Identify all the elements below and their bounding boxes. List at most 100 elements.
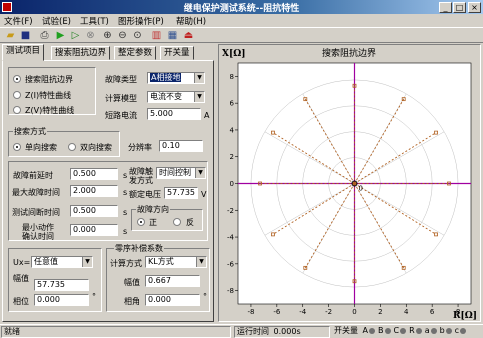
pre-fault-delay-input[interactable]: 0.500 <box>70 168 118 180</box>
menu-file[interactable]: 文件(F) <box>4 15 33 27</box>
x-tick-label-6: 6 <box>430 308 435 316</box>
min-action-unit: s <box>123 227 128 236</box>
runtime-label: 运行时间 <box>237 327 269 336</box>
tab-settings[interactable]: 整定参数 <box>114 46 157 60</box>
menu-test[interactable]: 试验(E) <box>42 15 71 27</box>
switch-label-B: B <box>378 326 384 335</box>
zero-amp-label: 幅值 <box>124 278 140 287</box>
stop-icon[interactable]: ⊗ <box>84 29 97 42</box>
radio-zi-curve[interactable] <box>13 91 21 99</box>
switch-label-A: A <box>362 326 369 335</box>
zero-seq-label: 零序补偿系数 <box>114 243 164 254</box>
switch-box: 开关量 ABCRabc <box>332 326 482 338</box>
rated-voltage-input[interactable]: 57.735 <box>164 187 198 199</box>
ux-label: Ux= <box>13 258 31 267</box>
ux-phase-unit: ° <box>92 292 96 301</box>
min-action-label-2: 确认时间 <box>22 232 54 241</box>
fault-direction-label: 故障方向 <box>136 204 170 215</box>
calc-method-select[interactable]: KL方式 ▼ <box>145 256 207 268</box>
impedance-chart[interactable]: 搜索阻抗边界X[Ω]R[Ω]-8 -6 -4 -2 0 2 4 6 8-8-6-4-202468… <box>220 46 479 320</box>
chevron-down-icon: ▼ <box>82 257 92 267</box>
toolbar: ▰ ■ ⎙ ▶ ▷ ⊗ ⊕ ⊖ ⊙ ▥ ▦ ⏏ <box>0 27 483 43</box>
switch-led-c <box>460 327 467 334</box>
menu-graph-ops[interactable]: 图形操作(P) <box>118 15 164 27</box>
fault-type-value: A相接地 <box>150 73 182 82</box>
radio-single-search[interactable] <box>13 143 21 151</box>
start-icon[interactable]: ▶ <box>54 29 67 42</box>
y-tick-label-6: 6 <box>230 100 235 108</box>
tab-test-items[interactable]: 测试项目 <box>2 44 45 61</box>
trigger-value: 时间控制 <box>159 168 191 177</box>
zero-angle-label: 相角 <box>124 297 140 306</box>
switch-led-B <box>384 327 391 334</box>
max-fault-time-label: 最大故障时间 <box>12 188 60 197</box>
ux-select[interactable]: 任意值 ▼ <box>31 256 93 268</box>
switch-label-c: c <box>454 326 460 335</box>
radio-double-search[interactable] <box>68 143 76 151</box>
trigger-select[interactable]: 时间控制 ▼ <box>156 167 206 179</box>
exit-icon[interactable]: ⏏ <box>182 29 195 42</box>
x-tick-label-0: 0 <box>352 308 356 316</box>
save-icon[interactable]: ■ <box>19 29 32 42</box>
short-current-input[interactable]: 5.000 <box>147 108 201 120</box>
y-tick-label-0: 0 <box>230 180 234 188</box>
max-fault-time-input[interactable]: 2.000 <box>70 185 118 197</box>
x-tick-label-2: 2 <box>378 308 382 316</box>
switch-label-b: b <box>439 326 445 335</box>
maximize-button[interactable]: □ <box>453 2 466 13</box>
zoom-fit-icon[interactable]: ⊙ <box>131 29 144 42</box>
open-folder-icon[interactable]: ▰ <box>4 29 17 42</box>
radio-label-zi-curve: Z(I)特性曲线 <box>25 91 72 100</box>
settings-icon[interactable]: ▦ <box>166 29 179 42</box>
switch-label-C: C <box>393 326 400 335</box>
zero-amp-input[interactable]: 0.667 <box>145 275 200 287</box>
radio-search-boundary[interactable] <box>13 75 21 83</box>
switch-label-R: R <box>409 326 415 335</box>
radio-direction-forward[interactable] <box>137 218 145 226</box>
tab-switch[interactable]: 开关量 <box>160 46 194 60</box>
zero-angle-input[interactable]: 0.000 <box>145 294 200 306</box>
min-action-input[interactable]: 0.000 <box>70 224 118 236</box>
fault-type-select[interactable]: A相接地 ▼ <box>147 72 205 84</box>
zoom-in-icon[interactable]: ⊕ <box>101 29 114 42</box>
tab-search-boundary[interactable]: 搜索阻抗边界 <box>51 46 111 60</box>
print-icon[interactable]: ⎙ <box>38 29 51 42</box>
window-title: 继电保护测试系统--阻抗特性 <box>183 4 300 14</box>
radio-label-zv-curve: Z(V)特性曲线 <box>25 106 75 115</box>
radio-label-forward: 正 <box>149 218 157 227</box>
resolution-label: 分辨率 <box>128 143 152 152</box>
chevron-down-icon: ▼ <box>196 257 206 267</box>
switch-indicators: ABCRabc <box>361 326 468 335</box>
ux-phase-input[interactable]: 0.000 <box>34 294 89 306</box>
radio-label-reverse: 反 <box>186 218 194 227</box>
chart-icon[interactable]: ▥ <box>150 29 163 42</box>
status-ready: 就绪 <box>1 326 231 338</box>
radio-label-double-search: 双向搜索 <box>80 143 112 152</box>
ux-amp-input[interactable]: 57.735 <box>34 279 89 291</box>
y-tick-label--4: -4 <box>227 234 235 242</box>
close-button[interactable]: × <box>468 2 481 13</box>
y-tick-label--2: -2 <box>227 207 234 215</box>
resolution-input[interactable]: 0.10 <box>159 140 203 152</box>
zoom-out-icon[interactable]: ⊖ <box>116 29 129 42</box>
radio-zv-curve[interactable] <box>13 106 21 114</box>
x-tick-label-4: 4 <box>404 308 409 316</box>
test-interval-unit: s <box>123 208 128 217</box>
y-tick-label-2: 2 <box>230 153 234 161</box>
minimize-button[interactable]: _ <box>439 2 452 13</box>
switch-label-a: a <box>424 326 430 335</box>
runtime-box: 运行时间 0.000s <box>234 326 330 338</box>
menu-help[interactable]: 帮助(H) <box>176 15 206 27</box>
test-interval-input[interactable]: 0.500 <box>70 205 118 217</box>
pre-fault-delay-unit: s <box>123 171 128 180</box>
switch-led-R <box>415 327 422 334</box>
calc-model-label: 计算模型 <box>105 94 137 103</box>
ux-phase-label: 相位 <box>13 297 29 306</box>
short-current-unit: A <box>204 111 210 120</box>
calc-model-select[interactable]: 电流不变 ▼ <box>147 91 205 103</box>
menu-tools[interactable]: 工具(T) <box>80 15 109 27</box>
x-tick-label--6: -6 <box>273 308 281 316</box>
radio-direction-reverse[interactable] <box>173 218 181 226</box>
radio-label-search-boundary: 搜索阻抗边界 <box>25 75 73 84</box>
step-icon[interactable]: ▷ <box>69 29 82 42</box>
